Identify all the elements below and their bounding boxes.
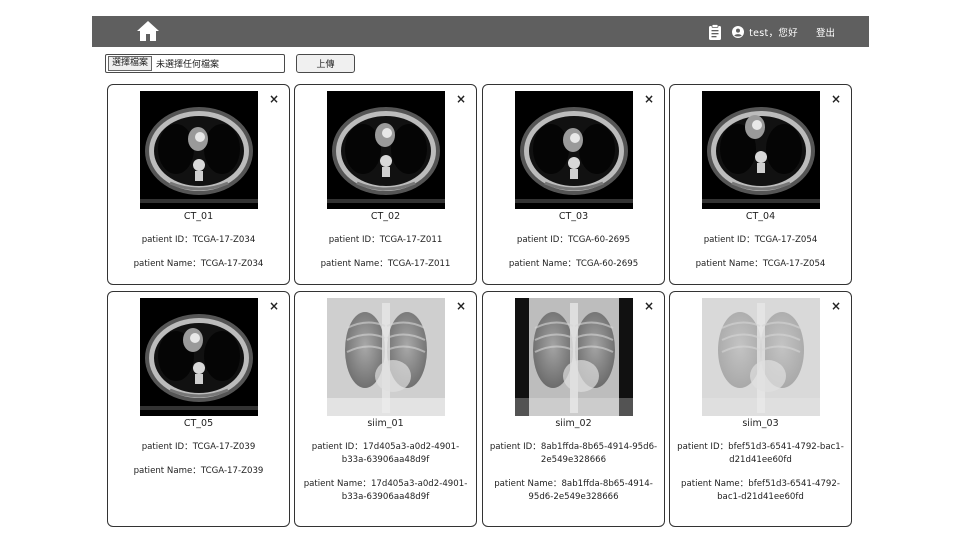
card-thumbnail[interactable] [515, 298, 633, 416]
patient-id: patient ID：TCGA-17-Z034 [141, 235, 256, 245]
file-input[interactable]: 選擇檔案 未選擇任何檔案 [105, 54, 285, 73]
home-icon[interactable] [136, 20, 160, 42]
card-title: CT_02 [370, 211, 401, 222]
choose-file-button[interactable]: 選擇檔案 [108, 56, 153, 71]
close-icon[interactable]: × [831, 300, 841, 312]
card-title: CT_04 [745, 211, 776, 222]
logout-link[interactable]: 登出 [816, 25, 835, 39]
card-title: siim_02 [555, 418, 592, 429]
image-card[interactable]: × siim_03 patient ID：bfef51d3-6541-4792-… [669, 291, 852, 527]
close-icon[interactable]: × [831, 93, 841, 105]
patient-name: patient Name：TCGA-17-Z034 [133, 259, 264, 269]
top-navbar: test，您好 登出 [92, 16, 869, 47]
user-greeting: test，您好 [749, 27, 798, 39]
patient-name: patient Name：8ab1ffda-8b65-4914-95d6-2e5… [494, 479, 653, 502]
xray-image [702, 298, 820, 416]
image-card[interactable]: × CT_05 patient ID：TCGA-17-Z039 patient … [107, 291, 290, 527]
image-card[interactable]: × CT_01 patient ID：TCGA-17-Z034 patient … [107, 84, 290, 285]
navbar-right-group: test，您好 登出 [708, 16, 869, 47]
upload-bar: 選擇檔案 未選擇任何檔案 上傳 [105, 54, 355, 73]
card-thumbnail[interactable] [327, 298, 445, 416]
ct-scan-image [327, 91, 445, 209]
close-icon[interactable]: × [269, 93, 279, 105]
card-thumbnail[interactable] [515, 91, 633, 209]
card-title: siim_03 [742, 418, 779, 429]
card-thumbnail[interactable] [702, 298, 820, 416]
ct-scan-image [140, 298, 258, 416]
user-circle-icon [732, 25, 745, 38]
card-thumbnail[interactable] [327, 91, 445, 209]
close-icon[interactable]: × [456, 93, 466, 105]
patient-id: patient ID：TCGA-17-Z039 [141, 442, 256, 452]
close-icon[interactable]: × [269, 300, 279, 312]
image-card[interactable]: × CT_03 patient ID：TCGA-60-2695 patient … [482, 84, 665, 285]
image-card[interactable]: × siim_01 patient ID：17d405a3-a0d2-4901-… [294, 291, 477, 527]
xray-image [515, 298, 633, 416]
ct-scan-image [515, 91, 633, 209]
no-file-label: 未選擇任何檔案 [156, 60, 220, 70]
ct-scan-image [140, 91, 258, 209]
card-thumbnail[interactable] [140, 298, 258, 416]
patient-name: patient Name：TCGA-17-Z011 [320, 259, 451, 269]
patient-name: patient Name：17d405a3-a0d2-4901-b33a-639… [303, 479, 468, 502]
card-title: CT_01 [183, 211, 214, 222]
patient-id: patient ID：8ab1ffda-8b65-4914-95d6-2e549… [489, 442, 658, 465]
close-icon[interactable]: × [644, 93, 654, 105]
upload-button[interactable]: 上傳 [296, 54, 355, 73]
image-card[interactable]: × CT_04 patient ID：TCGA-17-Z054 patient … [669, 84, 852, 285]
patient-id: patient ID：TCGA-60-2695 [516, 235, 631, 245]
patient-id: patient ID：TCGA-17-Z011 [328, 235, 443, 245]
patient-name: patient Name：bfef51d3-6541-4792-bac1-d21… [681, 479, 840, 502]
card-thumbnail[interactable] [702, 91, 820, 209]
close-icon[interactable]: × [644, 300, 654, 312]
image-card[interactable]: × CT_02 patient ID：TCGA-17-Z011 patient … [294, 84, 477, 285]
patient-id: patient ID：bfef51d3-6541-4792-bac1-d21d4… [677, 442, 844, 465]
close-icon[interactable]: × [456, 300, 466, 312]
patient-name: patient Name：TCGA-17-Z054 [695, 259, 826, 269]
card-title: CT_05 [183, 418, 214, 429]
card-title: siim_01 [367, 418, 404, 429]
patient-id: patient ID：TCGA-17-Z054 [703, 235, 818, 245]
patient-id: patient ID：17d405a3-a0d2-4901-b33a-63906… [311, 442, 460, 465]
patient-name: patient Name：TCGA-60-2695 [508, 259, 639, 269]
patient-name: patient Name：TCGA-17-Z039 [133, 466, 264, 476]
ct-scan-image [702, 91, 820, 209]
clipboard-icon[interactable] [708, 23, 722, 40]
xray-image [327, 298, 445, 416]
card-thumbnail[interactable] [140, 91, 258, 209]
card-title: CT_03 [558, 211, 589, 222]
image-card[interactable]: × siim_02 patient ID：8ab1ffda-8b65-4914-… [482, 291, 665, 527]
